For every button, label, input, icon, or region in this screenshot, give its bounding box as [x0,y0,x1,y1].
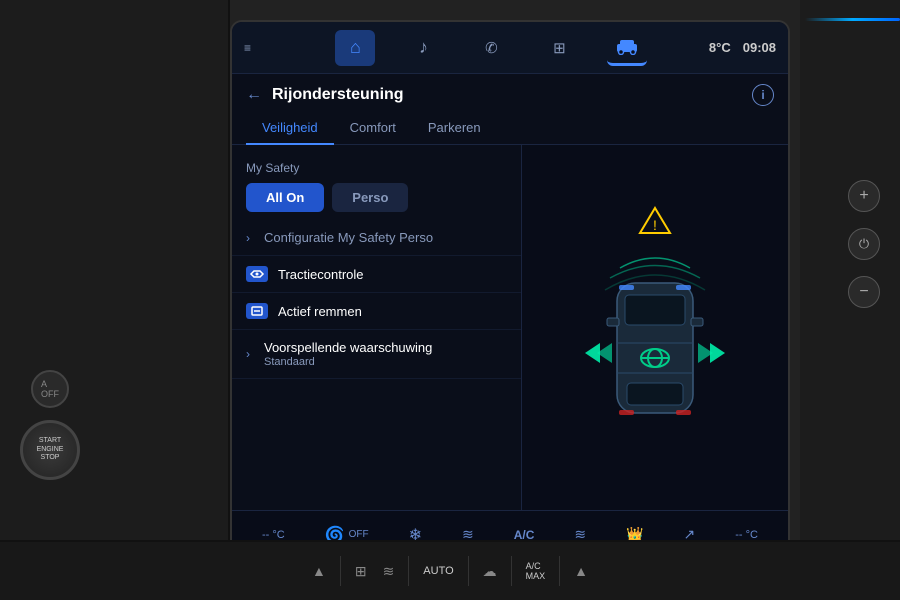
menu-indicator: ≡ [244,41,251,55]
configuratie-label: Configuratie My Safety Perso [264,230,507,245]
temp-left-label: -- °C [262,529,285,541]
voorspellende-label: Voorspellende waarschuwing [264,340,507,355]
zones-icon: ⊞ [355,563,367,580]
menu-item-text: Tractiecontrole [278,267,507,282]
plus-icon: + [859,187,868,205]
hazard-button[interactable]: ▲ [306,559,332,583]
main-split: My Safety All On Perso › Configuratie My… [232,145,788,510]
divider-4 [511,556,512,586]
page-header: ← Rijondersteuning i [232,74,788,112]
power-button[interactable]: ⏻ [848,228,880,260]
right-controls: + ⏻ − [848,180,880,308]
music-icon: ♪ [419,37,428,58]
divider-2 [408,556,409,586]
info-button[interactable]: i [752,84,774,106]
perso-button[interactable]: Perso [332,183,408,212]
car-viz: ! [555,178,755,478]
volume-up-button[interactable]: + [848,180,880,212]
home-icon: ⌂ [350,37,361,58]
right-panel: + ⏻ − [800,0,900,600]
auto-label: AUTO [423,565,453,577]
ac-max-button[interactable]: A/CMAX [520,557,552,585]
back-button[interactable]: ← [246,86,262,104]
car-visualization-panel: ! [522,145,788,510]
section-title: My Safety [232,155,521,179]
tab-bar: Veiligheid Comfort Parkeren [232,112,788,145]
a-off-button[interactable]: AOFF [31,370,69,408]
tab-veiligheid[interactable]: Veiligheid [246,112,334,145]
actief-remmen-label: Actief remmen [278,304,507,319]
top-nav-bar: ≡ ⌂ ♪ ✆ ⊞ [232,22,788,74]
all-on-button[interactable]: All On [246,183,324,212]
top-bar-left: ≡ [244,41,274,55]
hazard-icon: ▲ [312,563,326,579]
apps-icon: ⊞ [553,39,566,57]
phone-icon: ✆ [485,39,498,57]
voorspellende-menu-item[interactable]: › Voorspellende waarschuwing Standaard [232,330,521,379]
svg-text:!: ! [653,217,657,233]
climate-zones-button[interactable]: ⊞ [349,559,373,584]
temp-right-label: -- °C [735,529,758,541]
safety-mode-row: All On Perso [232,179,521,220]
nav-music-button[interactable]: ♪ [403,30,443,66]
tractiecontrole-menu-item[interactable]: Tractiecontrole [232,256,521,293]
left-settings-panel: My Safety All On Perso › Configuratie My… [232,145,522,510]
left-controls: AOFF START ENGINE STOP [20,370,80,480]
minus-icon: − [859,283,868,301]
left-panel: AOFF START ENGINE STOP [0,0,230,600]
temperature-display: 8°C [709,40,731,55]
chevron-right-icon-2: › [246,347,250,361]
tab-parkeren[interactable]: Parkeren [412,112,497,145]
nav-phone-button[interactable]: ✆ [471,30,511,66]
nav-icons: ⌂ ♪ ✆ ⊞ [274,30,709,66]
nav-home-button[interactable]: ⌂ [335,30,375,66]
tab-comfort[interactable]: Comfort [334,112,412,145]
temp-left-status: -- °C [262,529,285,541]
actief-remmen-menu-item[interactable]: Actief remmen [232,293,521,330]
temp-right-status: -- °C [735,529,758,541]
volume-down-button[interactable]: − [848,276,880,308]
page-title: Rijondersteuning [272,86,404,104]
airflow-icon: ☁ [483,563,497,580]
remmen-icon [246,303,268,319]
menu-item-text: Actief remmen [278,304,507,319]
rear-defrost-button[interactable]: ≋ [377,559,401,584]
ac-max-label: A/CMAX [526,561,546,581]
engine-button-label: START ENGINE STOP [37,437,64,462]
tractiecontrole-label: Tractiecontrole [278,267,507,282]
nav-apps-button[interactable]: ⊞ [539,30,579,66]
hazard-right-icon: ▲ [574,563,588,579]
engine-start-stop-button[interactable]: START ENGINE STOP [20,420,80,480]
voorspellende-sub: Standaard [264,356,507,368]
top-bar-right: 8°C 09:08 [709,40,776,55]
hazard-right-button[interactable]: ▲ [568,559,594,583]
fan-label: OFF [349,529,369,540]
car-top-view-svg: ! [555,178,755,478]
auto-climate-button[interactable]: AUTO [417,561,459,581]
divider-5 [559,556,560,586]
configuratie-menu-item[interactable]: › Configuratie My Safety Perso [232,220,521,256]
nav-car-button[interactable] [607,30,647,66]
ambient-light [805,18,900,21]
rear-defrost-icon: ≋ [383,563,395,580]
airflow-button[interactable]: ☁ [477,559,503,584]
power-icon: ⏻ [859,236,869,252]
screen-content: ← Rijondersteuning i Veiligheid Comfort … [232,74,788,558]
temp-time-display: 8°C 09:08 [709,40,776,55]
menu-item-text: Configuratie My Safety Perso [264,230,507,245]
chevron-right-icon: › [246,231,250,245]
car-nav-icon [615,37,639,55]
divider-3 [468,556,469,586]
menu-item-text: Voorspellende waarschuwing Standaard [264,340,507,368]
header-left: ← Rijondersteuning [246,86,404,104]
divider [340,556,341,586]
bottom-physical-controls: ▲ ⊞ ≋ AUTO ☁ A/CMAX ▲ [0,540,900,600]
time-display: 09:08 [743,40,776,55]
tractie-icon [246,266,268,282]
main-screen: ≡ ⌂ ♪ ✆ ⊞ [230,20,790,560]
dashboard: AOFF START ENGINE STOP + ⏻ − ≡ [0,0,900,600]
